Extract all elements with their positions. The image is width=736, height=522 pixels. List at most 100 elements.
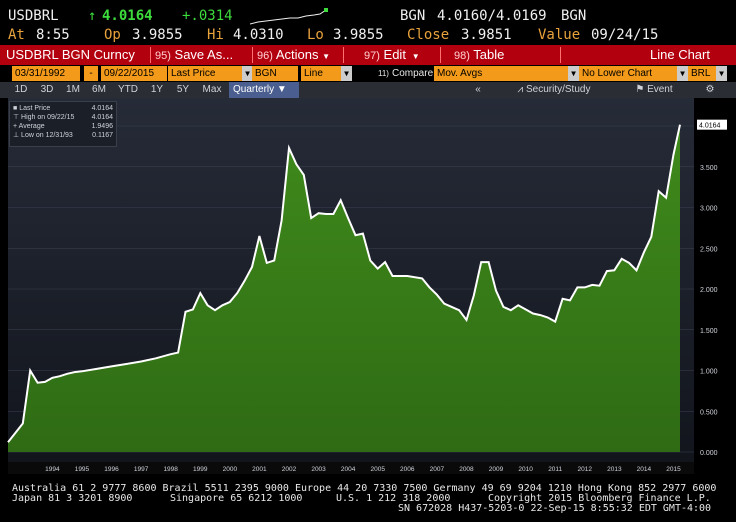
y-tick-label: 2.000 <box>700 287 718 294</box>
security-name[interactable]: USDBRL BGN Curncy <box>6 45 135 65</box>
compare-select[interactable]: Mov. Avgs <box>434 66 568 81</box>
range-ytd[interactable]: YTD <box>113 82 143 98</box>
ticker: USDBRL <box>8 8 59 24</box>
x-tick-label: 2004 <box>341 466 356 473</box>
x-tick-label: 2005 <box>370 466 385 473</box>
x-tick-label: 1998 <box>163 466 178 473</box>
dropdown-arrow-icon[interactable]: ▼ <box>716 66 727 81</box>
table-button[interactable]: 98) Table <box>454 45 504 65</box>
chart-svg: 0.000 0.500 1.000 1.500 2.000 2.500 3.000 3.500… <box>7 98 727 474</box>
actions-label: Actions <box>275 47 319 62</box>
legend-high-value: 4.0164 <box>91 114 113 121</box>
dropdown-arrow-icon: ▼ <box>322 52 330 61</box>
bid-ask: 4.0160/4.0169 <box>437 8 547 24</box>
legend-high: ⊤ High on 09/22/15 4.0164 <box>13 113 113 122</box>
event-label: Event <box>647 84 673 95</box>
dropdown-arrow-icon: ▼ <box>276 84 287 95</box>
open-value: 3.9855 <box>132 27 183 43</box>
edit-label: Edit <box>383 47 406 62</box>
quote-stats: At 8:55 Op 3.9855 Hi 4.0310 Lo 3.9855 Cl… <box>0 27 736 45</box>
source-field[interactable]: BGN <box>252 66 298 81</box>
chart-type-label[interactable]: Line Chart <box>650 45 710 65</box>
chart-toolbar: 1D 3D 1M 6M YTD 1Y 5Y Max Quarterly ▼ « … <box>0 82 736 98</box>
x-tick-label: 2015 <box>666 466 681 473</box>
bid-ask-label: BGN <box>400 8 426 24</box>
security-study-label: Security/Study <box>525 84 591 95</box>
low-marker-icon: ⊥ <box>13 132 22 139</box>
x-tick-label: 2014 <box>637 466 652 473</box>
edit-button[interactable]: 97) Edit ▼ <box>364 45 420 65</box>
legend-last: ■ Last Price 4.0164 <box>13 104 113 113</box>
x-tick-label: 2006 <box>400 466 415 473</box>
legend-low-value: 0.1167 <box>92 132 113 139</box>
collapse-button[interactable]: « <box>468 82 488 98</box>
range-6m[interactable]: 6M <box>87 82 111 98</box>
low-label: Lo <box>307 27 324 43</box>
footer-session: SN 672028 H437-5203-0 22-Sep-15 8:55:32 … <box>398 503 712 514</box>
flag-icon: ⚑ <box>635 84 648 95</box>
save-as-label: Save As... <box>174 47 234 62</box>
gear-icon[interactable]: ⚙ <box>700 82 720 98</box>
bid-ask-source: BGN <box>561 8 587 24</box>
x-tick-label: 1996 <box>104 466 119 473</box>
legend-high-label: High on 09/22/15 <box>21 114 75 121</box>
start-date-field[interactable]: 03/31/1992 <box>12 66 80 81</box>
range-5y[interactable]: 5Y <box>171 82 195 98</box>
date-dash: - <box>84 66 98 81</box>
range-1d[interactable]: 1D <box>9 82 33 98</box>
dropdown-arrow-icon[interactable]: ▼ <box>677 66 688 81</box>
open-label: Op <box>104 27 121 43</box>
lower-chart-select[interactable]: No Lower Chart <box>579 66 677 81</box>
x-tick-label: 2013 <box>607 466 622 473</box>
range-max[interactable]: Max <box>197 82 227 98</box>
dropdown-arrow-icon[interactable]: ▼ <box>341 66 352 81</box>
actions-button[interactable]: 96) Actions ▼ <box>257 45 330 65</box>
x-tick-label: 2010 <box>518 466 533 473</box>
x-tick-label: 1997 <box>134 466 149 473</box>
parameter-row: 03/31/1992 - 09/22/2015 Last Price ▼ BGN… <box>0 65 736 82</box>
legend-last-label: Last Price <box>19 105 51 112</box>
footer: Australia 61 2 9777 8600 Brazil 5511 239… <box>0 484 736 522</box>
chart-legend[interactable]: ■ Last Price 4.0164 ⊤ High on 09/22/15 4… <box>9 101 117 147</box>
legend-average: + Average 1.9496 <box>13 122 113 131</box>
y-tick-label: 1.500 <box>700 328 718 335</box>
field-select[interactable]: Last Price <box>168 66 242 81</box>
dropdown-arrow-icon: ▼ <box>409 52 420 61</box>
range-3d[interactable]: 3D <box>35 82 59 98</box>
last-price: 4.0164 <box>102 8 153 24</box>
high-marker-icon: ⊤ <box>13 114 22 121</box>
style-select[interactable]: Line <box>301 66 341 81</box>
range-1y[interactable]: 1Y <box>145 82 169 98</box>
period-select[interactable]: Quarterly ▼ <box>229 82 299 98</box>
save-as-button[interactable]: 95) Save As... <box>155 45 233 65</box>
x-tick-label: 2001 <box>252 466 267 473</box>
y-tick-label: 1.000 <box>700 369 718 376</box>
footer-japan: Japan 81 3 3201 8900 <box>12 493 133 504</box>
security-study-button[interactable]: ⩘ Security/Study <box>498 82 610 98</box>
currency-field[interactable]: BRL <box>688 66 716 81</box>
x-tick-label: 1999 <box>193 466 208 473</box>
x-tick-label: 1994 <box>45 466 60 473</box>
range-1m[interactable]: 1M <box>61 82 85 98</box>
period-label: Quarterly <box>233 84 275 95</box>
dropdown-arrow-icon[interactable]: ▼ <box>568 66 579 81</box>
compare-button[interactable]: Compare <box>392 66 433 81</box>
end-date-field[interactable]: 09/22/2015 <box>101 66 167 81</box>
x-tick-label: 2008 <box>459 466 474 473</box>
y-tick-label: 0.000 <box>700 450 718 457</box>
quote-header: USDBRL ↑ 4.0164 +.0314 BGN 4.0160/4.0169… <box>0 0 736 28</box>
save-as-num: 95) <box>155 50 171 62</box>
value-label: Value <box>538 27 581 43</box>
x-tick-label: 2011 <box>548 466 562 473</box>
sparkline-icon <box>250 8 328 25</box>
x-tick-label: 2012 <box>578 466 593 473</box>
high-value: 4.0310 <box>233 27 284 43</box>
price-chart[interactable]: 0.000 0.500 1.000 1.500 2.000 2.500 3.000 3.500… <box>0 98 736 474</box>
compare-num: 11) <box>378 69 389 78</box>
x-tick-label: 2002 <box>282 466 297 473</box>
event-button[interactable]: ⚑ Event <box>622 82 686 98</box>
at-value: 8:55 <box>36 27 70 43</box>
x-tick-label: 2009 <box>489 466 504 473</box>
x-tick-label: 2000 <box>223 466 238 473</box>
y-tick-label: 3.000 <box>700 206 718 213</box>
